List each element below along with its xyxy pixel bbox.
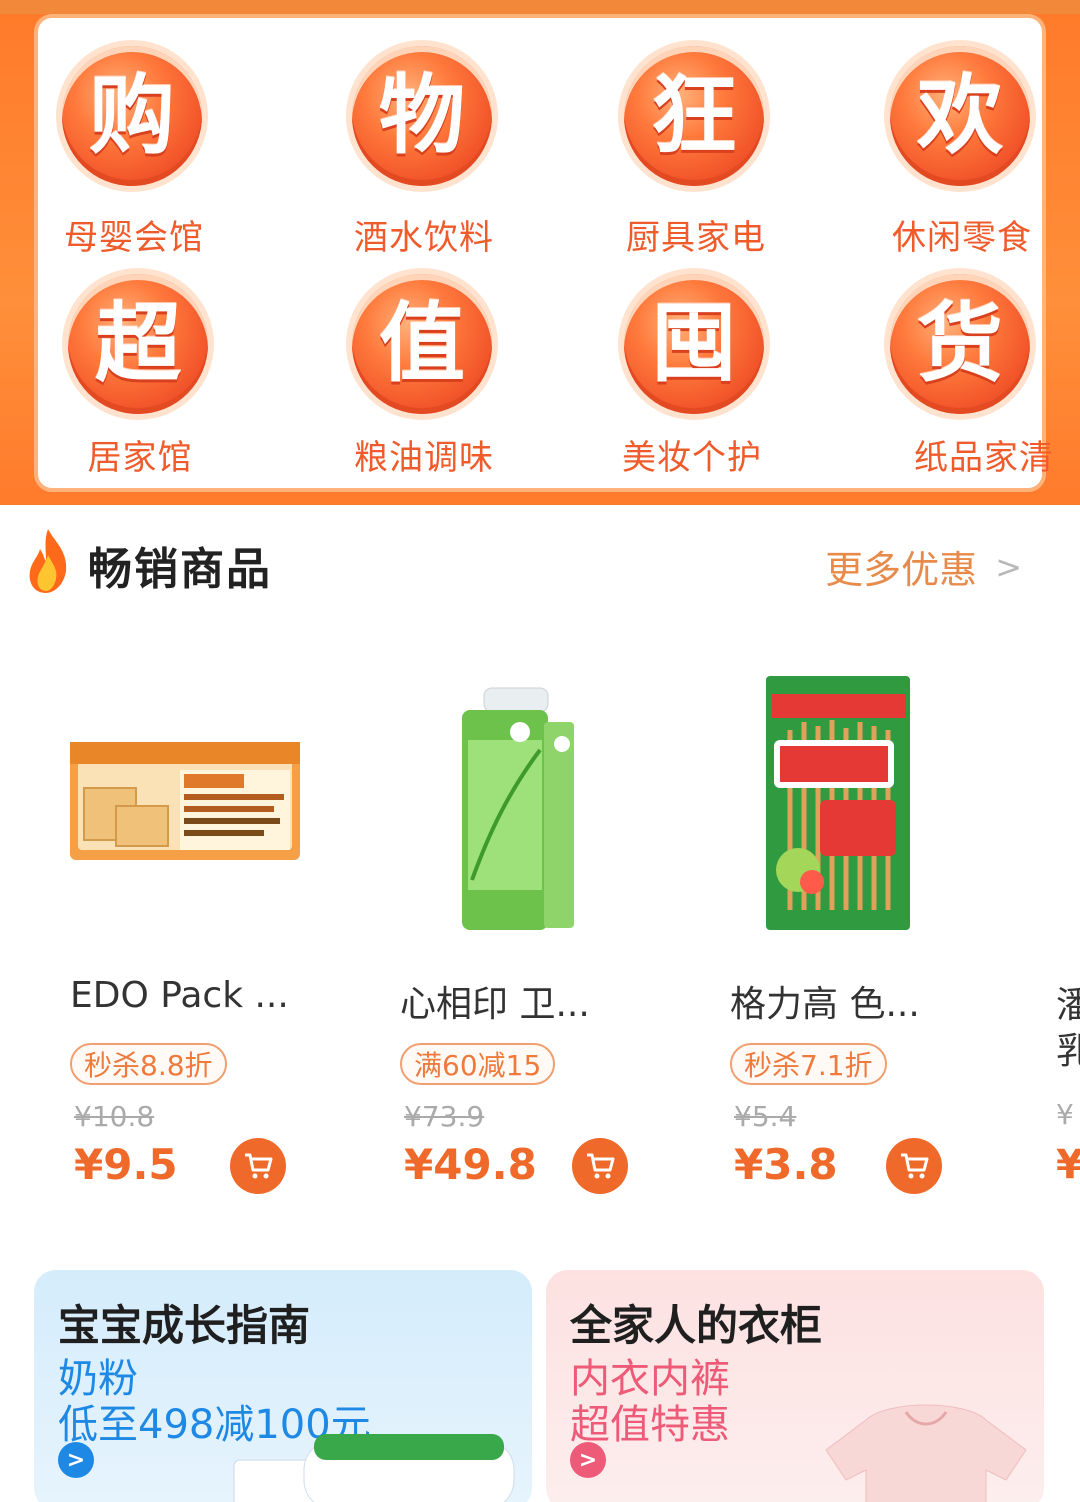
- category-item-drinks[interactable]: 物 酒水饮料: [334, 32, 574, 258]
- product-card-partial[interactable]: 潘 乳 ¥ ¥: [1054, 970, 1080, 1210]
- category-banner: 购 母婴会馆 物 酒水饮料 狂 厨具家电 欢 休闲零食 超 居家馆 值 粮油调味…: [0, 0, 1080, 505]
- product-image: [70, 742, 300, 860]
- product-card[interactable]: 格力高 色... 秒杀7.1折 ¥5.4 ¥3.8: [720, 640, 1020, 1210]
- banner-subtitle: 超值特惠: [570, 1402, 730, 1448]
- original-price: ¥5.4: [734, 1100, 797, 1133]
- flame-icon: [29, 529, 67, 593]
- category-label: 母婴会馆: [64, 218, 204, 258]
- formula-can-image: [233, 1434, 515, 1502]
- category-label: 休闲零食: [892, 218, 1032, 258]
- original-price: ¥: [1056, 1098, 1074, 1131]
- category-coin-icon: 购: [62, 46, 202, 186]
- original-price: ¥10.8: [74, 1100, 155, 1133]
- product-name: EDO Pack ...: [70, 975, 289, 1016]
- product-name: 心相印 卫...: [400, 984, 590, 1025]
- product-name: 乳: [1056, 1031, 1080, 1072]
- chevron-right-icon: >: [995, 547, 1022, 586]
- category-label: 粮油调味: [354, 438, 494, 478]
- category-item-maternity[interactable]: 购 母婴会馆: [44, 32, 284, 258]
- banner-title: 宝宝成长指南: [58, 1301, 311, 1350]
- original-price: ¥73.9: [404, 1100, 485, 1133]
- category-item-beauty[interactable]: 囤 美妆个护: [606, 260, 846, 478]
- category-coin-icon: 欢: [890, 46, 1030, 186]
- category-item-paper[interactable]: 货 纸品家清: [872, 260, 1080, 478]
- category-label: 居家馆: [87, 438, 193, 478]
- bestseller-header: 畅销商品 更多优惠 >: [0, 515, 1080, 615]
- category-item-snacks[interactable]: 欢 休闲零食: [872, 32, 1080, 258]
- promo-badge: 秒杀8.8折: [70, 1043, 227, 1085]
- category-label: 美妆个护: [622, 438, 762, 478]
- baby-dress-image: [825, 1404, 1027, 1502]
- add-to-cart-button[interactable]: [230, 1138, 286, 1194]
- cart-icon: [587, 1153, 615, 1179]
- promo-banner-baby[interactable]: 宝宝成长指南 奶粉 低至498减100元 >: [34, 1270, 532, 1502]
- product-image: [462, 687, 574, 930]
- more-deals-link[interactable]: 更多优惠 >: [825, 539, 1022, 594]
- section-title: 畅销商品: [88, 544, 272, 595]
- arrow-right-icon: >: [570, 1442, 606, 1478]
- promo-banner-clothing[interactable]: 全家人的衣柜 内衣内裤 超值特惠 >: [546, 1270, 1044, 1502]
- promo-badge: 秒杀7.1折: [730, 1043, 887, 1085]
- arrow-right-icon: >: [58, 1442, 94, 1478]
- category-label: 酒水饮料: [354, 218, 494, 258]
- product-name: 格力高 色...: [730, 984, 920, 1025]
- category-coin-icon: 囤: [624, 274, 764, 414]
- category-item-kitchen[interactable]: 狂 厨具家电: [606, 32, 846, 258]
- product-card[interactable]: 心相印 卫... 满60减15 ¥73.9 ¥49.8: [390, 640, 690, 1210]
- category-coin-icon: 超: [68, 274, 208, 414]
- add-to-cart-button[interactable]: [572, 1138, 628, 1194]
- product-card[interactable]: EDO Pack ... 秒杀8.8折 ¥10.8 ¥9.5: [60, 640, 360, 1210]
- add-to-cart-button[interactable]: [886, 1138, 942, 1194]
- more-deals-label: 更多优惠: [825, 548, 978, 592]
- product-image: [766, 676, 910, 930]
- category-item-grain-oil[interactable]: 值 粮油调味: [334, 260, 574, 478]
- category-coin-icon: 货: [890, 274, 1030, 414]
- cart-icon: [901, 1153, 929, 1179]
- category-card: 购 母婴会馆 物 酒水饮料 狂 厨具家电 欢 休闲零食 超 居家馆 值 粮油调味…: [34, 14, 1053, 492]
- banner-title: 全家人的衣柜: [570, 1301, 823, 1350]
- promo-badge: 满60减15: [400, 1043, 556, 1085]
- category-label: 厨具家电: [626, 218, 766, 258]
- sale-price: ¥49.8: [404, 1140, 537, 1189]
- sale-price: ¥: [1056, 1142, 1080, 1188]
- category-coin-icon: 值: [352, 274, 492, 414]
- cart-icon: [245, 1153, 273, 1179]
- sale-price: ¥9.5: [74, 1140, 178, 1189]
- category-label: 纸品家清: [914, 438, 1054, 478]
- product-name: 潘: [1056, 985, 1080, 1026]
- category-coin-icon: 狂: [624, 46, 764, 186]
- category-coin-icon: 物: [352, 46, 492, 186]
- sale-price: ¥3.8: [734, 1140, 838, 1189]
- category-item-home[interactable]: 超 居家馆: [50, 260, 290, 478]
